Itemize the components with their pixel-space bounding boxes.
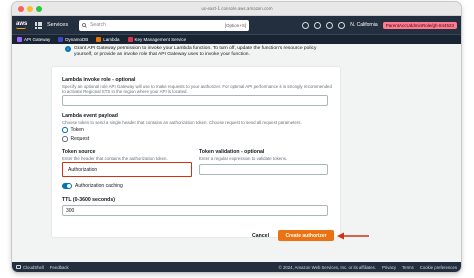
services-grid-icon[interactable]	[35, 21, 42, 29]
search-input[interactable]	[90, 22, 222, 28]
aws-logo-text: aws	[16, 21, 28, 27]
favorites-bar: API Gateway DynamoDB Lambda Key Manageme…	[12, 34, 461, 44]
browser-titlebar: us-east-1.console.aws.amazon.com	[12, 2, 461, 16]
search-icon	[82, 22, 87, 28]
info-alert-text: Grant API Gateway permission to invoke y…	[74, 46, 317, 58]
nav-right: N. California ParentAccUddminRole/gh-844…	[302, 21, 457, 29]
highlight-outline	[62, 162, 192, 177]
favorite-label: API Gateway	[24, 37, 51, 42]
radio-token[interactable]: Token	[62, 127, 84, 133]
favorite-label: Key Management Service	[134, 37, 187, 42]
annotation-arrow-icon	[337, 232, 369, 240]
terms-link[interactable]: Terms	[402, 265, 414, 270]
radio-request[interactable]: Request	[62, 136, 89, 142]
favorite-label: DynamoDB	[65, 37, 89, 42]
maximize-window-icon[interactable]	[36, 6, 42, 12]
token-validation-label: Token validation - optional	[199, 149, 265, 155]
favorite-api-gateway[interactable]: API Gateway	[17, 37, 50, 42]
token-validation-input[interactable]	[199, 164, 328, 175]
invoke-role-input[interactable]	[62, 95, 328, 106]
close-window-icon[interactable]	[18, 6, 24, 12]
event-payload-description: Choose token to send a single header tha…	[62, 120, 302, 125]
region-selector[interactable]: N. California	[350, 22, 378, 28]
window-controls	[18, 6, 42, 12]
aws-top-nav: aws Services [Option+S] N. California Pa…	[12, 16, 461, 34]
authorization-caching-label: Authorization caching	[75, 183, 123, 189]
lambda-icon	[96, 37, 102, 42]
privacy-link[interactable]: Privacy	[382, 265, 396, 270]
favorite-kms[interactable]: Key Management Service	[127, 37, 187, 42]
search-shortcut: [Option+S]	[224, 22, 247, 28]
token-validation-description: Enter a regular expression to validate t…	[199, 156, 288, 161]
console-footer: CloudShell Feedback © 2024, Amazon Web S…	[12, 262, 461, 272]
services-menu[interactable]: Services	[47, 22, 68, 28]
info-icon: i	[65, 46, 71, 52]
authorization-caching-toggle-row[interactable]: Authorization caching	[62, 183, 123, 189]
favorite-dynamodb[interactable]: DynamoDB	[58, 37, 88, 42]
main-content: i Grant API Gateway permission to invoke…	[12, 45, 461, 262]
dynamodb-icon	[58, 37, 64, 42]
cancel-button[interactable]: Cancel	[252, 233, 269, 239]
event-payload-label: Lambda event payload	[62, 113, 118, 119]
feedback-link[interactable]: Feedback	[50, 265, 69, 270]
ttl-label: TTL (0-3600 seconds)	[62, 197, 115, 203]
api-gateway-icon	[17, 37, 22, 42]
aws-logo[interactable]: aws	[16, 21, 30, 29]
kms-icon	[127, 37, 133, 42]
invoke-role-description: Specify an optional role API Gateway wil…	[62, 84, 332, 95]
help-icon[interactable]	[326, 21, 334, 29]
cloudshell-icon[interactable]	[302, 21, 310, 29]
cookie-preferences-link[interactable]: Cookie preferences	[420, 265, 457, 270]
search-box[interactable]: [Option+S]	[79, 19, 250, 31]
invoke-role-label: Lambda invoke role - optional	[62, 77, 136, 83]
cloudshell-footer-icon	[16, 265, 21, 269]
settings-icon[interactable]	[338, 21, 346, 29]
token-source-description: Enter the header that contains the autho…	[62, 156, 168, 161]
radio-token-label: Token	[70, 127, 84, 133]
notifications-icon[interactable]	[314, 21, 322, 29]
minimize-window-icon[interactable]	[27, 6, 33, 12]
address-bar[interactable]: us-east-1.console.aws.amazon.com	[162, 5, 312, 13]
cloudshell-footer-button[interactable]: CloudShell	[16, 265, 44, 270]
favorite-lambda[interactable]: Lambda	[96, 37, 120, 42]
favorite-label: Lambda	[103, 37, 120, 42]
create-authorizer-button[interactable]: Create authorizer	[278, 230, 334, 241]
authorization-caching-toggle[interactable]	[62, 183, 72, 189]
aws-logo-smile	[16, 27, 26, 29]
radio-request-indicator[interactable]	[62, 136, 68, 142]
info-alert: i Grant API Gateway permission to invoke…	[54, 45, 340, 65]
radio-request-label: Request	[70, 136, 90, 142]
footer-links: © 2024, Amazon Web Services, Inc. or its…	[279, 265, 457, 270]
browser-window: us-east-1.console.aws.amazon.com aws Ser…	[12, 2, 461, 272]
ttl-input[interactable]	[62, 205, 328, 216]
copyright-text: © 2024, Amazon Web Services, Inc. or its…	[278, 264, 376, 270]
token-source-label: Token source	[62, 149, 96, 155]
account-menu[interactable]: ParentAccUddminRole/gh-844523	[382, 21, 457, 29]
cloudshell-label: CloudShell	[23, 264, 44, 270]
radio-token-indicator[interactable]	[62, 127, 68, 133]
